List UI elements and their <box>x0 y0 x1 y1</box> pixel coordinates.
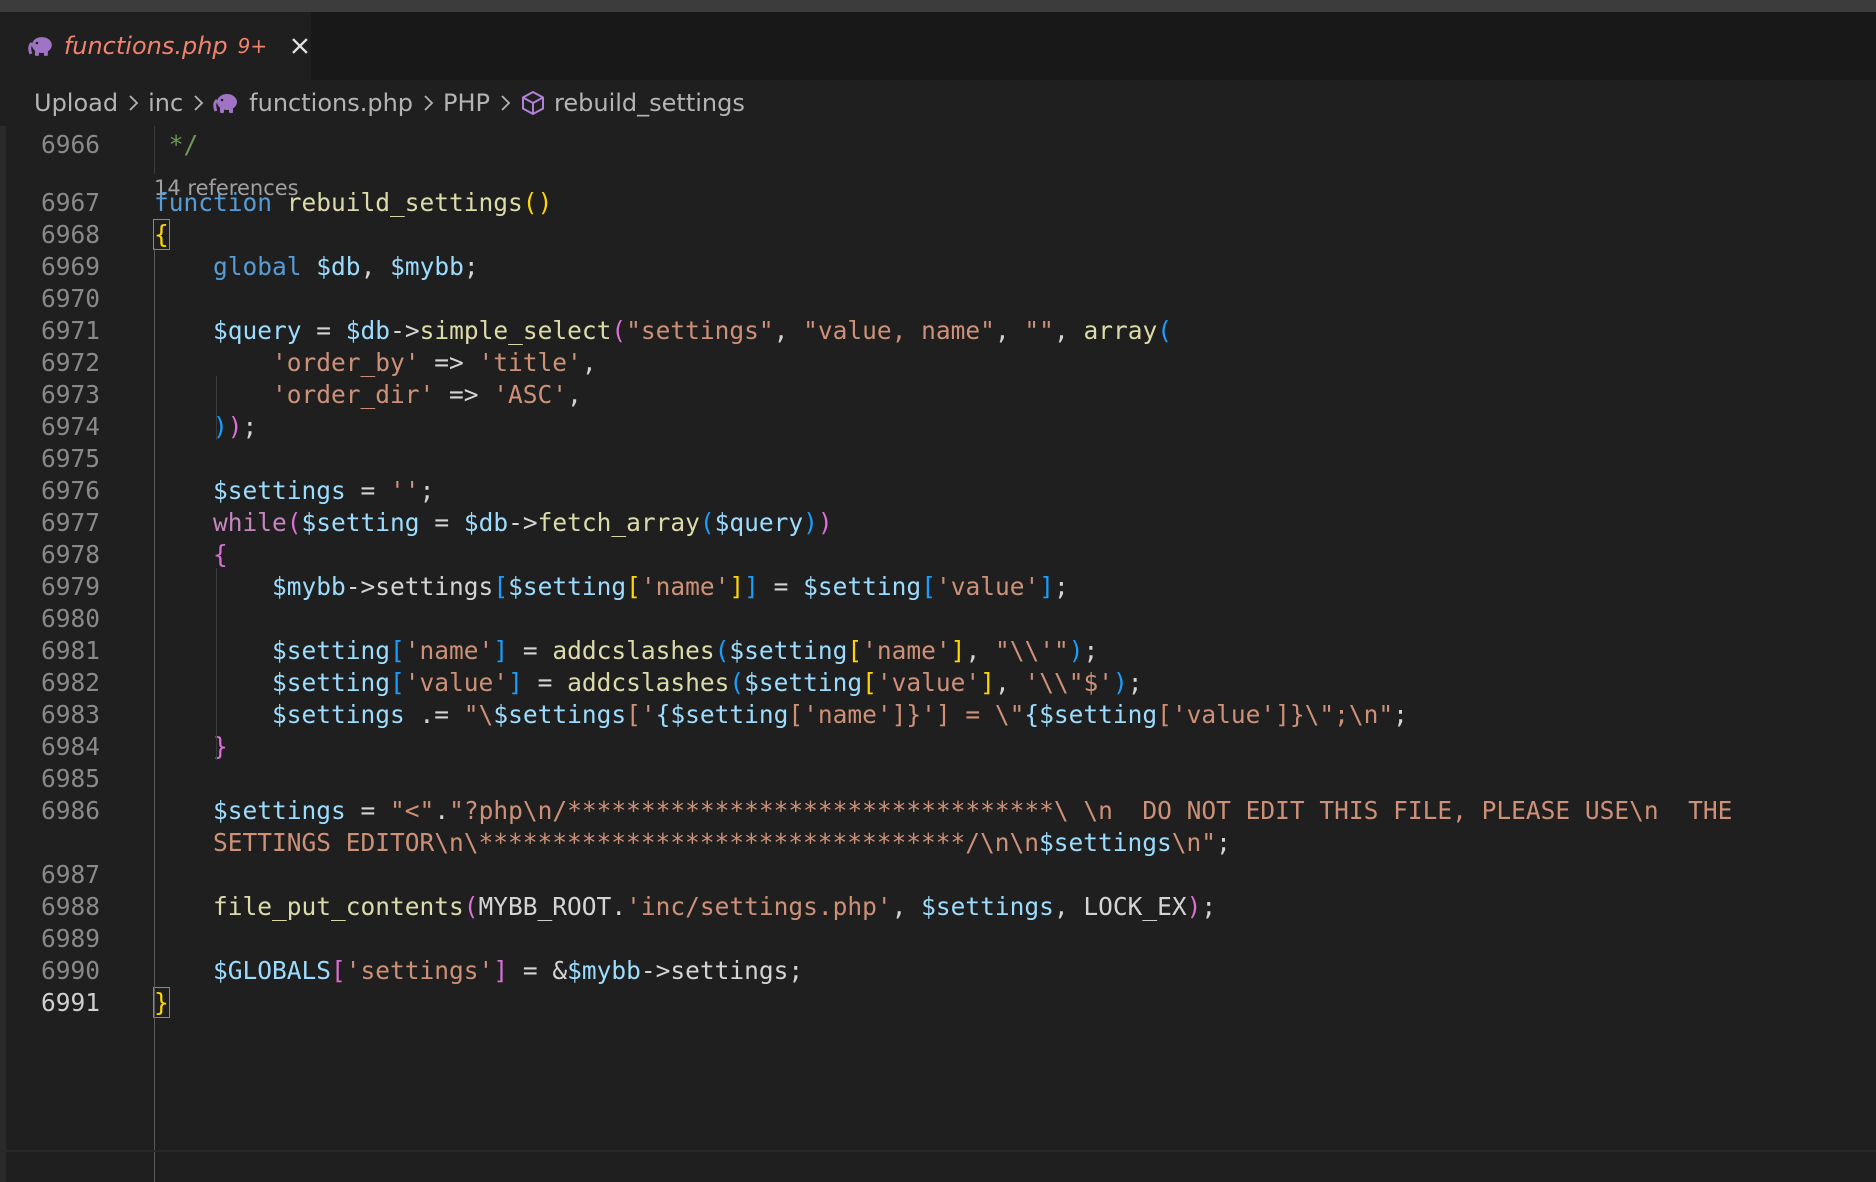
breadcrumb-language[interactable]: PHP <box>443 89 490 117</box>
line-code: */ <box>154 130 199 159</box>
line-number: 6991 <box>40 988 100 1017</box>
breadcrumb-inc[interactable]: inc <box>148 89 183 117</box>
indent-guide <box>154 248 155 1182</box>
tab-filename: functions.php <box>63 32 228 60</box>
indent-guide <box>216 568 217 760</box>
window-top-strip <box>0 0 1876 12</box>
code-line[interactable]: 6966 */ <box>0 126 1876 164</box>
line-code: } <box>153 987 170 1018</box>
tab-problem-count: 9+ <box>237 34 268 58</box>
current-line-highlight <box>0 1150 1876 1152</box>
tab-functions-php[interactable]: functions.php 9+ <box>0 12 311 80</box>
code-editor[interactable]: 14 references 6966 */6967 function rebuil… <box>0 126 1876 1182</box>
breadcrumb: Upload inc functions.php PHP rebuild_set… <box>0 80 1876 126</box>
chevron-right-icon <box>501 95 511 111</box>
chevron-right-icon <box>424 95 434 111</box>
php-elephant-icon <box>213 94 238 113</box>
breadcrumb-upload[interactable]: Upload <box>34 89 118 117</box>
symbol-method-icon <box>522 90 545 116</box>
close-icon[interactable] <box>289 35 311 57</box>
chevron-right-icon <box>194 95 204 111</box>
breadcrumb-file[interactable]: functions.php <box>249 89 413 117</box>
php-elephant-icon <box>28 37 52 56</box>
line-number: 6966 <box>40 130 100 159</box>
indent-guide <box>154 126 155 174</box>
indent-guide <box>216 376 217 440</box>
chevron-right-icon <box>129 95 139 111</box>
code-line[interactable]: 6991} <box>0 984 1876 1022</box>
tab-bar: functions.php 9+ <box>0 12 1876 80</box>
breadcrumb-symbol[interactable]: rebuild_settings <box>554 89 745 117</box>
